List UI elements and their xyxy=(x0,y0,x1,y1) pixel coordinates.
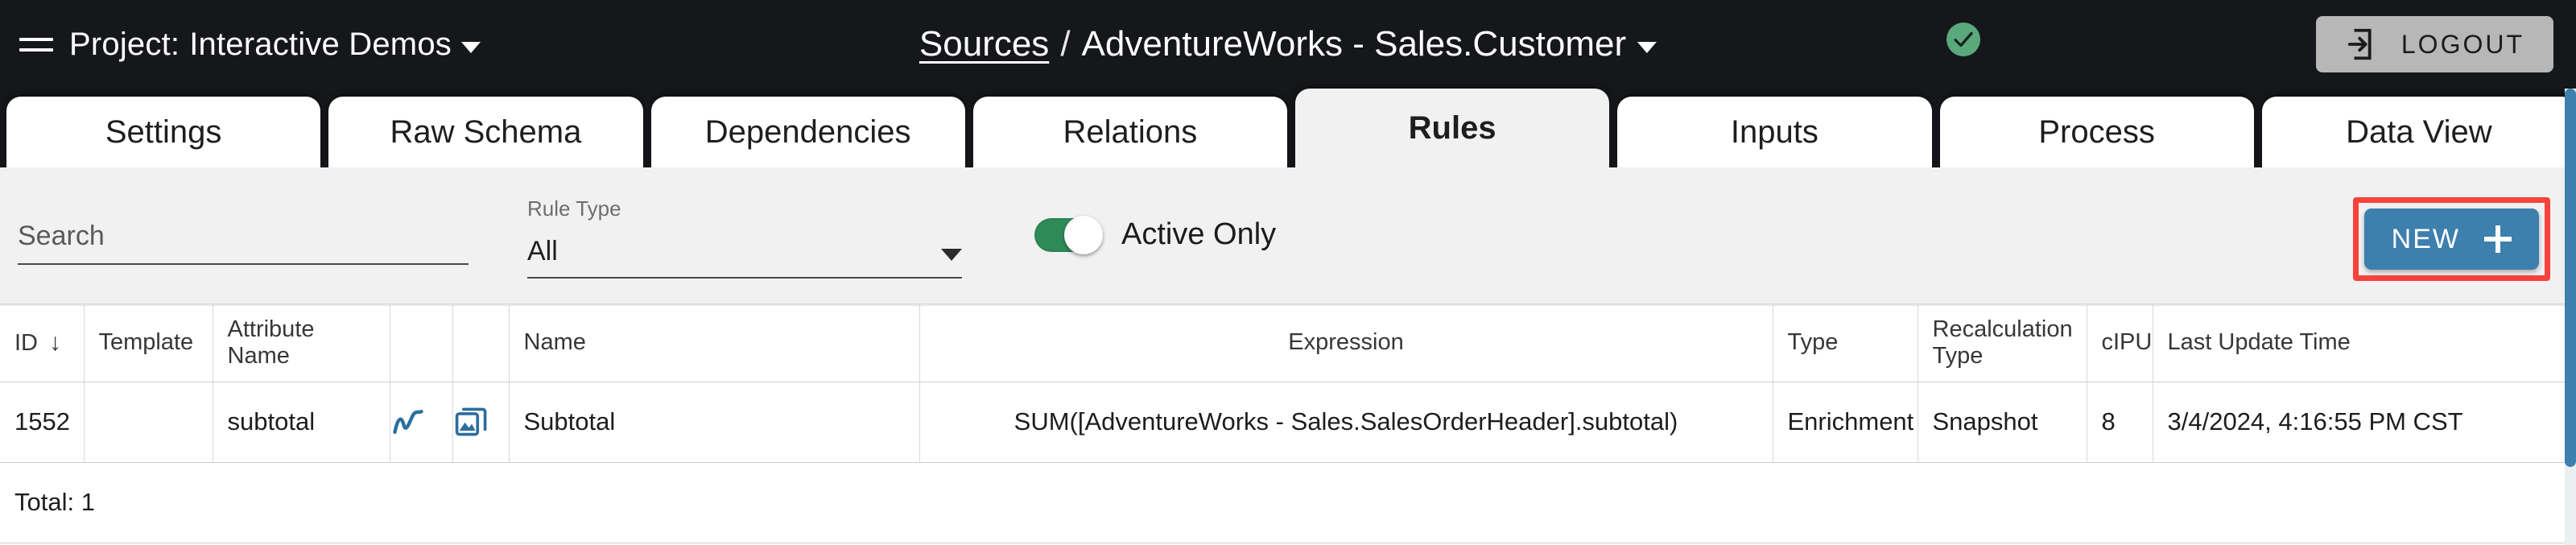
project-prefix-label: Project: xyxy=(69,26,180,62)
top-app-bar: Project: Interactive Demos Sources / Adv… xyxy=(0,0,2576,89)
cell-attribute-name: subtotal xyxy=(213,382,390,463)
active-only-label: Active Only xyxy=(1121,217,1277,251)
tab-inputs[interactable]: Inputs xyxy=(1617,97,1932,167)
trending-line-icon[interactable] xyxy=(390,404,426,440)
column-label: Name xyxy=(523,329,586,356)
tab-process[interactable]: Process xyxy=(1939,97,2254,167)
plus-icon xyxy=(2484,225,2512,253)
toggle-track[interactable] xyxy=(1034,215,1103,254)
tab-raw-schema[interactable]: Raw Schema xyxy=(328,97,643,167)
new-rule-button[interactable]: NEW xyxy=(2363,209,2539,270)
logout-label: LOGOUT xyxy=(2401,29,2524,59)
column-header-name[interactable]: Name xyxy=(509,304,920,382)
rules-table: ID ↓ Template Attribute Name Name Express… xyxy=(0,304,2566,543)
cell-id: 1552 xyxy=(0,382,85,463)
column-label: Template xyxy=(98,329,194,356)
column-header-trend xyxy=(390,304,453,382)
cell-cipu: 8 xyxy=(2087,382,2153,463)
chevron-down-icon xyxy=(460,42,481,53)
logout-icon xyxy=(2347,28,2372,60)
column-label: ID xyxy=(14,329,38,356)
new-button-highlight: NEW xyxy=(2352,197,2550,281)
column-label: Type xyxy=(1787,329,1839,356)
column-header-id[interactable]: ID ↓ xyxy=(0,304,85,382)
hamburger-icon[interactable] xyxy=(19,31,56,58)
column-label: cIPU xyxy=(2101,329,2153,356)
table-row[interactable]: 1552 subtotal Subtotal SUM([AdventureWor… xyxy=(0,382,2566,463)
rule-type-label: Rule Type xyxy=(527,196,621,221)
vertical-scrollbar[interactable] xyxy=(2565,89,2576,545)
chevron-down-icon xyxy=(941,249,962,261)
table-header-row: ID ↓ Template Attribute Name Name Express… xyxy=(0,304,2566,382)
sort-descending-icon: ↓ xyxy=(49,328,61,356)
logout-button[interactable]: LOGOUT xyxy=(2315,16,2553,72)
project-selector[interactable]: Project: Interactive Demos xyxy=(69,27,481,63)
column-header-recalculation-type[interactable]: Recalculation Type xyxy=(1918,304,2087,382)
status-badge xyxy=(1946,23,1980,56)
image-library-icon[interactable] xyxy=(453,404,489,440)
cell-template xyxy=(84,382,213,463)
tab-label: Process xyxy=(2038,114,2155,150)
column-label: Last Update Time xyxy=(2167,329,2351,356)
cell-last-update-time: 3/4/2024, 4:16:55 PM CST xyxy=(2153,382,2566,463)
cell-type: Enrichment xyxy=(1773,382,1918,463)
tab-rules[interactable]: Rules xyxy=(1295,89,1610,167)
chevron-down-icon[interactable] xyxy=(1637,42,1657,53)
rules-toolbar: Rule Type All Active Only NEW xyxy=(0,167,2576,304)
check-circle-icon xyxy=(1954,31,1973,47)
column-header-type[interactable]: Type xyxy=(1773,304,1918,382)
rules-table-container: ID ↓ Template Attribute Name Name Express… xyxy=(0,304,2576,545)
project-name-label: Interactive Demos xyxy=(189,26,452,62)
breadcrumb: Sources / AdventureWorks - Sales.Custome… xyxy=(919,24,1657,64)
column-header-template[interactable]: Template xyxy=(84,304,213,382)
breadcrumb-separator: / xyxy=(1060,24,1071,64)
breadcrumb-link-sources[interactable]: Sources xyxy=(919,24,1049,64)
hamburger-line xyxy=(19,47,53,52)
tab-data-view[interactable]: Data View xyxy=(2261,97,2576,167)
column-header-expression[interactable]: Expression xyxy=(919,304,1773,382)
table-total-count: Total: 1 xyxy=(0,462,2566,543)
tab-label: Inputs xyxy=(1730,114,1818,150)
tab-label: Raw Schema xyxy=(390,114,582,150)
tab-bar: Settings Raw Schema Dependencies Relatio… xyxy=(0,89,2576,167)
tab-label: Settings xyxy=(105,114,222,150)
rule-type-value: All xyxy=(527,236,558,266)
column-header-preview xyxy=(452,304,510,382)
rule-type-select[interactable]: Rule Type All xyxy=(527,196,962,279)
tab-label: Rules xyxy=(1408,109,1496,146)
column-header-cipu[interactable]: cIPU xyxy=(2087,304,2153,382)
hamburger-line xyxy=(19,37,53,41)
column-label: Expression xyxy=(1288,329,1404,356)
search-input[interactable] xyxy=(18,221,469,265)
scrollbar-thumb[interactable] xyxy=(2565,89,2576,467)
toggle-knob xyxy=(1064,215,1103,254)
search-field xyxy=(18,221,469,265)
rule-type-select-control[interactable]: All xyxy=(527,236,962,279)
cell-preview-action[interactable] xyxy=(452,382,510,463)
column-header-attribute-name[interactable]: Attribute Name xyxy=(213,304,390,382)
new-button-label: NEW xyxy=(2391,223,2460,254)
cell-recalculation-type: Snapshot xyxy=(1918,382,2087,463)
table-footer-row: Total: 1 xyxy=(0,462,2566,543)
cell-name: Subtotal xyxy=(509,382,920,463)
column-label: Recalculation Type xyxy=(1932,316,2073,369)
tab-dependencies[interactable]: Dependencies xyxy=(650,97,965,167)
column-label: Attribute Name xyxy=(227,316,315,369)
tab-relations[interactable]: Relations xyxy=(972,97,1287,167)
tab-settings[interactable]: Settings xyxy=(6,97,321,167)
column-header-last-update-time[interactable]: Last Update Time xyxy=(2153,304,2566,382)
active-only-toggle[interactable]: Active Only xyxy=(1034,215,1277,254)
cell-expression: SUM([AdventureWorks - Sales.SalesOrderHe… xyxy=(919,382,1773,463)
tab-label: Relations xyxy=(1063,114,1198,150)
tab-label: Dependencies xyxy=(704,114,911,150)
cell-trend-action[interactable] xyxy=(390,382,453,463)
breadcrumb-current-source[interactable]: AdventureWorks - Sales.Customer xyxy=(1082,24,1627,64)
tab-label: Data View xyxy=(2346,114,2492,150)
